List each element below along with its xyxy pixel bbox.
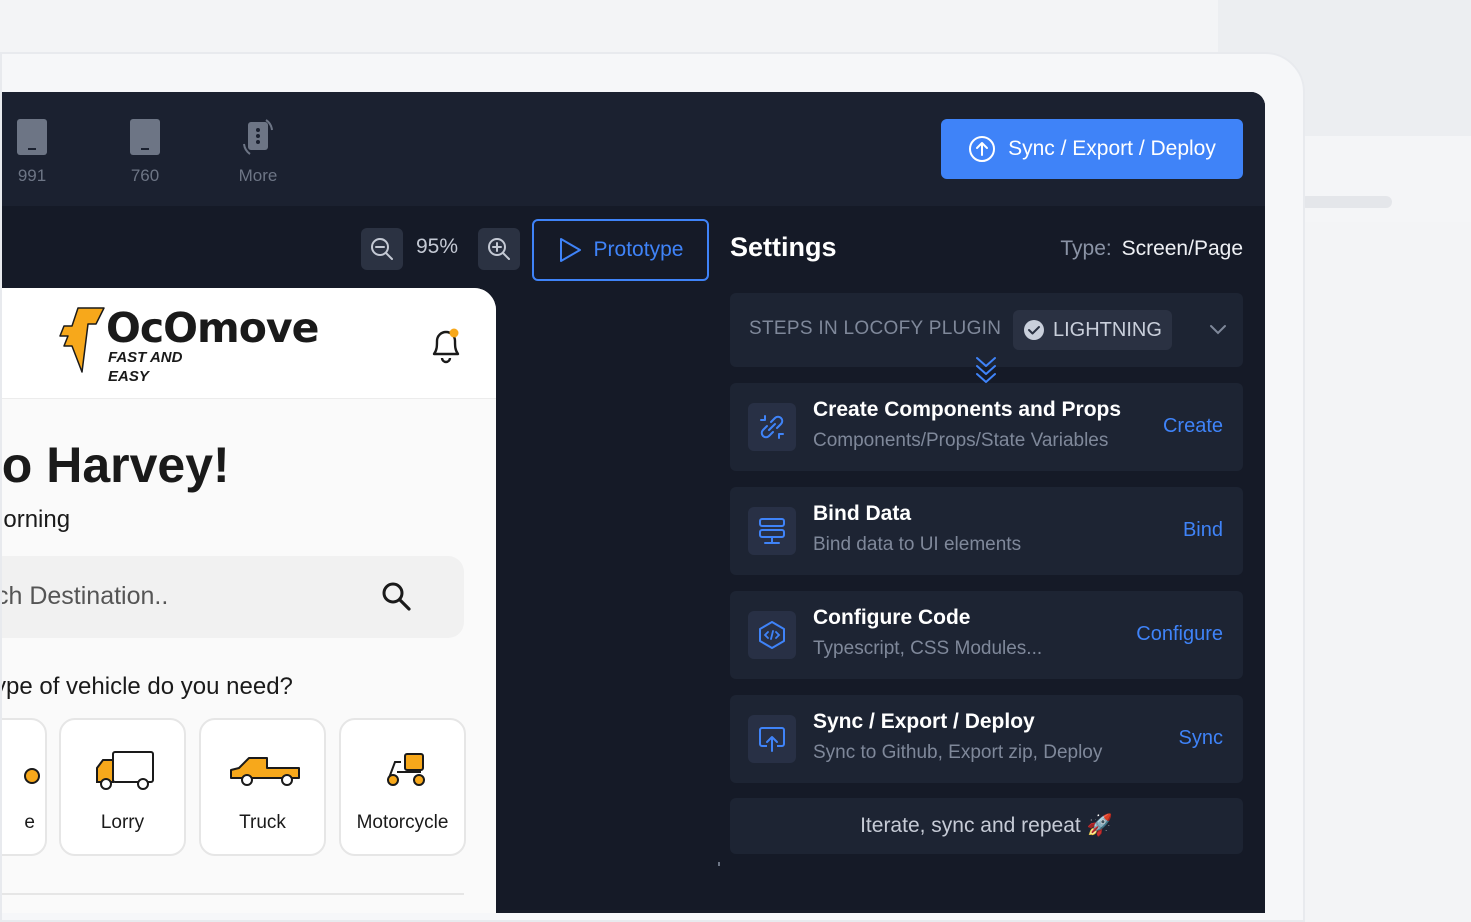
prototype-button[interactable]: Prototype bbox=[532, 219, 709, 281]
more-devices-button[interactable]: More bbox=[223, 118, 293, 186]
play-icon bbox=[559, 238, 581, 262]
top-toolbar: 991 760 More Sync / Export / Deploy bbox=[2, 92, 1265, 206]
search-icon[interactable] bbox=[380, 580, 412, 612]
zoom-out-button[interactable] bbox=[361, 228, 403, 270]
step-icon-box bbox=[748, 611, 796, 659]
zoom-level: 95% bbox=[416, 235, 459, 258]
logo-tagline-line: FAST AND bbox=[108, 349, 183, 366]
tablet-icon bbox=[130, 119, 160, 155]
destination-search[interactable]: ch Destination.. bbox=[2, 556, 464, 638]
more-devices-icon bbox=[243, 119, 273, 155]
check-circle-icon bbox=[1024, 320, 1044, 340]
chevron-down-icon[interactable] bbox=[1209, 320, 1227, 338]
zoom-in-icon bbox=[488, 238, 510, 260]
tablet-icon bbox=[17, 119, 47, 155]
step-icon-box bbox=[748, 403, 796, 451]
step-subtitle: Components/Props/State Variables bbox=[813, 430, 1109, 451]
step-bind-data: Bind Data Bind data to UI elements Bind bbox=[730, 487, 1243, 575]
step-icon-box bbox=[748, 715, 796, 763]
zoom-out-icon bbox=[371, 238, 393, 260]
sync-export-deploy-button[interactable]: Sync / Export / Deploy bbox=[941, 119, 1243, 179]
vehicle-tile[interactable]: Lorry bbox=[59, 718, 186, 856]
bell-icon[interactable] bbox=[428, 326, 464, 364]
truck-icon bbox=[230, 757, 300, 786]
greeting-subtitle: norning bbox=[2, 506, 71, 533]
vehicle-label: e bbox=[24, 812, 35, 833]
step-title: Configure Code bbox=[813, 606, 971, 629]
device-760-button[interactable]: 760 bbox=[110, 118, 180, 186]
vehicle-tile[interactable]: e bbox=[2, 718, 47, 856]
background-pill bbox=[1300, 196, 1392, 208]
sync-button[interactable]: Sync bbox=[1179, 727, 1223, 750]
device-label: 760 bbox=[130, 166, 160, 185]
device-991-button[interactable]: 991 bbox=[2, 118, 67, 186]
scroll-dot bbox=[718, 862, 720, 866]
iterate-banner: Iterate, sync and repeat 🚀 bbox=[730, 798, 1243, 854]
vehicle-tile[interactable]: Truck bbox=[199, 718, 326, 856]
step-subtitle: Sync to Github, Export zip, Deploy bbox=[813, 742, 1103, 763]
locofy-app: 991 760 More Sync / Export / Deploy 95% … bbox=[2, 92, 1265, 913]
vehicle-label: Truck bbox=[239, 812, 286, 833]
search-placeholder: ch Destination.. bbox=[2, 582, 169, 610]
step-icon-box bbox=[748, 507, 796, 555]
lorry-icon bbox=[96, 751, 154, 790]
step-title: Sync / Export / Deploy bbox=[813, 710, 1035, 733]
step-configure-code: Configure Code Typescript, CSS Modules..… bbox=[730, 591, 1243, 679]
phone-preview: OcOmove FAST AND EASY llo Harvey! nornin… bbox=[2, 288, 496, 913]
step-subtitle: Bind data to UI elements bbox=[813, 534, 1022, 555]
steps-label: STEPS IN LOCOFY PLUGIN bbox=[749, 318, 1002, 339]
type-label: Type: bbox=[1060, 237, 1112, 260]
settings-title: Settings bbox=[730, 232, 837, 262]
motorcycle-icon bbox=[387, 753, 425, 786]
van-icon bbox=[24, 768, 40, 784]
type-value: Screen/Page bbox=[1121, 237, 1243, 260]
sync-button-label: Sync / Export / Deploy bbox=[1008, 137, 1216, 160]
type-row: Type: Screen/Page bbox=[1060, 237, 1243, 261]
link-icon bbox=[760, 415, 784, 439]
rocket-icon: 🚀 bbox=[1086, 814, 1113, 837]
device-label: 991 bbox=[17, 166, 47, 185]
greeting-heading: llo Harvey! bbox=[2, 437, 230, 493]
double-chevron-down-icon bbox=[976, 357, 996, 383]
logo-tagline: FAST AND EASY bbox=[108, 348, 182, 386]
bind-button[interactable]: Bind bbox=[1183, 519, 1223, 542]
database-icon bbox=[759, 518, 785, 544]
upload-circle-icon bbox=[969, 136, 996, 162]
mode-badge-label: LIGHTNING bbox=[1053, 318, 1162, 341]
vehicle-label: Lorry bbox=[100, 812, 145, 833]
iterate-text: Iterate, sync and repeat bbox=[860, 814, 1081, 837]
step-subtitle: Typescript, CSS Modules... bbox=[813, 638, 1043, 659]
vehicle-question: ype of vehicle do you need? bbox=[2, 673, 293, 700]
vehicle-label: Motorcycle bbox=[356, 812, 449, 833]
step-sync-export-deploy: Sync / Export / Deploy Sync to Github, E… bbox=[730, 695, 1243, 783]
lightning-badge: LIGHTNING bbox=[1013, 310, 1172, 350]
logo-text: OcOmove bbox=[106, 304, 319, 352]
configure-button[interactable]: Configure bbox=[1136, 623, 1223, 646]
create-button[interactable]: Create bbox=[1163, 415, 1223, 438]
device-label: More bbox=[238, 166, 278, 185]
logo-tagline-line: EASY bbox=[108, 368, 149, 385]
step-title: Create Components and Props bbox=[813, 398, 1122, 421]
step-create-components: Create Components and Props Components/P… bbox=[730, 383, 1243, 471]
code-icon bbox=[759, 621, 785, 649]
upload-screen-icon bbox=[759, 727, 785, 752]
divider bbox=[2, 893, 464, 895]
zoom-in-button[interactable] bbox=[478, 228, 520, 270]
prototype-label: Prototype bbox=[593, 238, 684, 261]
step-title: Bind Data bbox=[813, 502, 912, 525]
logo-bolt-icon bbox=[59, 307, 105, 373]
vehicle-tile[interactable]: Motorcycle bbox=[339, 718, 466, 856]
phone-header: OcOmove FAST AND EASY bbox=[2, 288, 496, 399]
